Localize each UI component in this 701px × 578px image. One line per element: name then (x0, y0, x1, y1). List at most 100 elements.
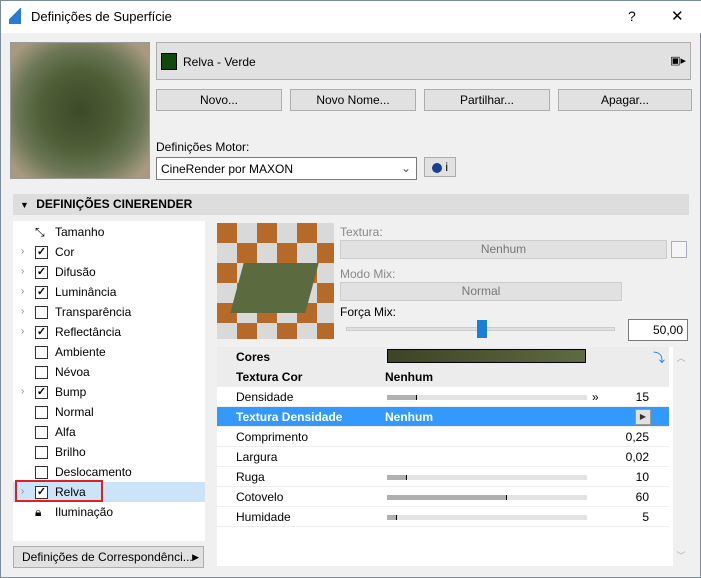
close-button[interactable]: ✕ (671, 7, 684, 25)
triangle-right-icon[interactable]: ▶ (635, 409, 651, 425)
channel-item[interactable]: ⤡ Tamanho (13, 222, 205, 242)
channel-label: Iluminação (55, 505, 114, 519)
channel-item[interactable]: › Transparência (13, 302, 205, 322)
property-value[interactable]: 5 (642, 507, 649, 527)
surface-name-field[interactable]: Relva - Verde ▣▸ (156, 42, 691, 80)
channel-item[interactable]: Ambiente (13, 342, 205, 362)
property-value[interactable]: 10 (636, 467, 649, 487)
property-row[interactable]: Cotovelo 60 (217, 487, 669, 507)
surface-color-swatch[interactable] (161, 53, 177, 70)
animate-icon[interactable]: » (592, 387, 599, 407)
property-value[interactable]: 0,02 (626, 447, 649, 467)
channel-checkbox[interactable]: ✓ (35, 265, 48, 279)
channel-label: Difusão (55, 265, 96, 279)
colors-label: Cores (236, 350, 271, 364)
engine-info-button[interactable]: i (424, 157, 456, 177)
channel-label: Cor (55, 245, 75, 259)
resize-icon: ⤡ (35, 225, 45, 239)
chevron-right-icon[interactable]: › (21, 302, 24, 322)
property-row[interactable]: Textura Densidade Nenhum ▶ (217, 407, 669, 427)
section-header[interactable]: ▼ DEFINIÇÕES CINERENDER (13, 194, 689, 215)
property-slider[interactable] (387, 475, 587, 480)
scroll-up-icon[interactable]: ︿ (673, 351, 689, 364)
rename-button[interactable]: Novo Nome... (290, 89, 416, 111)
channel-checkbox[interactable] (35, 425, 48, 439)
triangle-right-icon: ▶ (192, 552, 199, 562)
delete-button[interactable]: Apagar... (558, 89, 692, 111)
channel-item[interactable]: › ✓ Reflectância (13, 322, 205, 342)
collapse-triangle-icon: ▼ (20, 200, 29, 210)
scroll-down-icon[interactable]: ﹀ (673, 549, 689, 562)
channel-item[interactable]: Brilho (13, 442, 205, 462)
chevron-right-icon[interactable]: › (21, 242, 24, 262)
mapping-settings-button[interactable]: Definições de Correspondênci... ▶ (13, 546, 204, 568)
property-texture[interactable]: Nenhum (385, 407, 433, 427)
channel-checkbox[interactable] (35, 405, 48, 419)
chevron-right-icon[interactable]: › (21, 382, 24, 402)
property-row[interactable]: Textura Cor Nenhum (217, 367, 669, 387)
channel-item[interactable]: › ✓ Luminância (13, 282, 205, 302)
engine-dropdown[interactable]: CineRender por MAXON ⌄ (156, 157, 417, 180)
mix-mode-field[interactable]: Normal (340, 282, 622, 301)
chevron-right-icon[interactable]: › (21, 262, 24, 282)
scrollbar[interactable]: ︿ ﹀ (673, 347, 689, 566)
channel-item[interactable]: › ✓ Cor (13, 242, 205, 262)
channel-checkbox[interactable] (35, 465, 48, 479)
channel-checkbox[interactable]: ✓ (35, 385, 48, 399)
new-button[interactable]: Novo... (156, 89, 282, 111)
property-slider[interactable] (387, 515, 587, 520)
channel-label: Transparência (55, 305, 132, 319)
mix-strength-slider[interactable] (346, 320, 615, 338)
surface-preview (10, 42, 150, 179)
channel-item[interactable]: Névoa (13, 362, 205, 382)
texture-list-icon[interactable] (671, 241, 687, 258)
channel-label: Bump (55, 385, 87, 399)
slider-thumb[interactable] (476, 320, 487, 338)
property-label: Densidade (236, 390, 294, 404)
channel-item[interactable]: 🔒︎ Iluminação (13, 502, 205, 522)
property-row[interactable]: Comprimento 0,25 (217, 427, 669, 447)
property-value[interactable]: 0,25 (626, 427, 649, 447)
texture-field[interactable]: Nenhum (340, 240, 667, 259)
channel-checkbox[interactable]: ✓ (35, 245, 48, 259)
channel-checkbox[interactable] (35, 365, 48, 379)
chevron-right-icon[interactable]: › (21, 282, 24, 302)
texture-label: Textura: (340, 225, 383, 239)
property-label: Cotovelo (236, 490, 284, 504)
chevron-right-icon[interactable]: › (21, 322, 24, 342)
property-slider[interactable] (387, 395, 587, 400)
property-texture[interactable]: Nenhum (385, 367, 433, 387)
channel-checkbox[interactable]: ✓ (35, 285, 48, 299)
property-row[interactable]: Ruga 10 (217, 467, 669, 487)
channel-label: Deslocamento (55, 465, 132, 479)
property-slider[interactable] (387, 495, 587, 500)
property-label: Textura Densidade (236, 410, 343, 424)
help-button[interactable]: ? (628, 8, 636, 24)
channel-checkbox[interactable] (35, 345, 48, 359)
property-value[interactable]: 15 (636, 387, 649, 407)
property-row[interactable]: Densidade » 15 (217, 387, 669, 407)
selection-highlight (15, 480, 103, 502)
channel-item[interactable]: Deslocamento (13, 462, 205, 482)
channel-checkbox[interactable] (35, 305, 48, 319)
import-settings-icon[interactable]: ⤵ (653, 348, 665, 368)
property-row[interactable]: Largura 0,02 (217, 447, 669, 467)
channel-item[interactable]: › ✓ Difusão (13, 262, 205, 282)
surface-name: Relva - Verde (183, 55, 256, 69)
channel-item[interactable]: › ✓ Relva (13, 480, 205, 502)
mix-strength-input[interactable]: 50,00 (628, 319, 688, 341)
image-menu-icon[interactable]: ▣▸ (670, 54, 686, 67)
color-gradient-swatch[interactable] (387, 349, 586, 363)
channel-item[interactable]: › ✓ Bump (13, 382, 205, 402)
property-row[interactable]: Humidade 5 (217, 507, 669, 527)
window-title: Definições de Superfície (31, 9, 172, 24)
channel-checkbox[interactable] (35, 445, 48, 459)
share-button[interactable]: Partilhar... (424, 89, 550, 111)
property-label: Comprimento (236, 430, 309, 444)
channel-item[interactable]: Alfa (13, 422, 205, 442)
cinema4d-icon (431, 162, 442, 173)
channel-item[interactable]: Normal (13, 402, 205, 422)
channel-label: Normal (55, 405, 94, 419)
property-value[interactable]: 60 (636, 487, 649, 507)
channel-checkbox[interactable]: ✓ (35, 325, 48, 339)
